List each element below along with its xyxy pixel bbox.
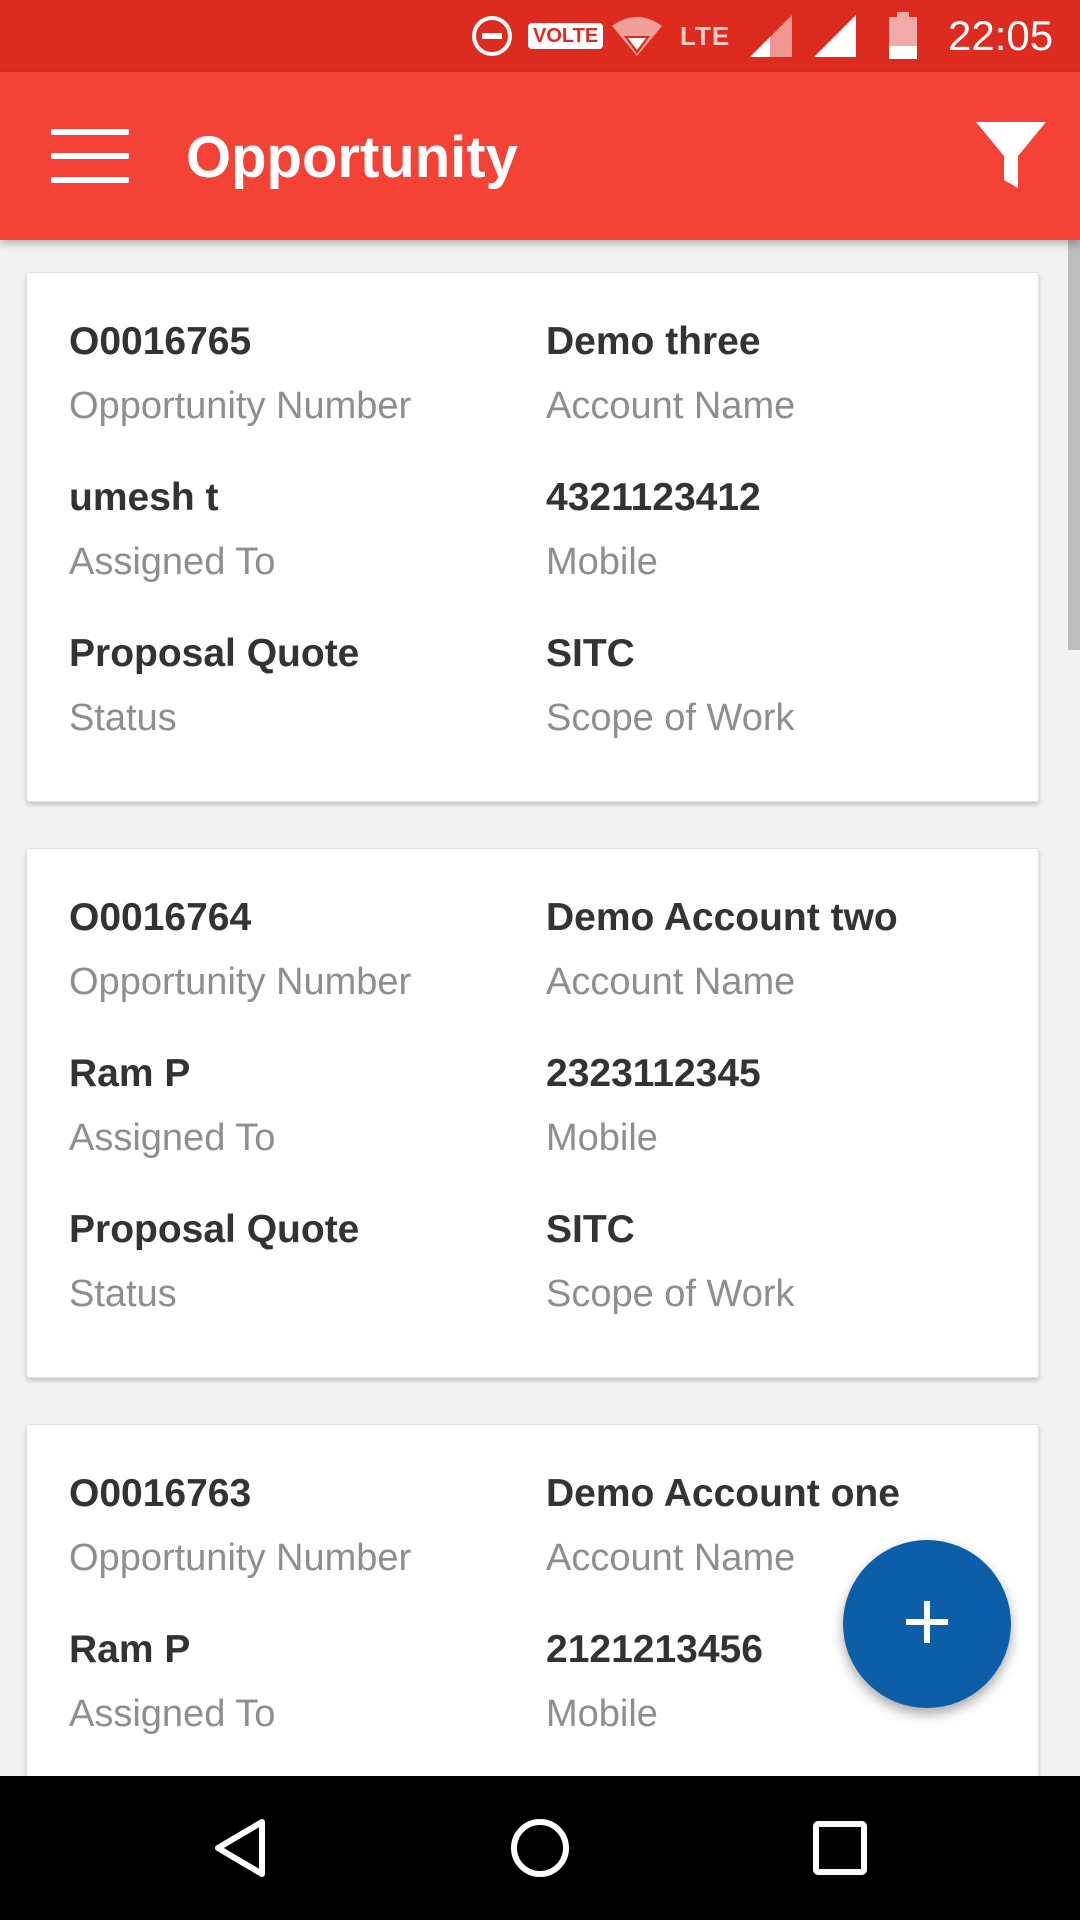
status-field: Proposal Quote Status — [69, 1205, 509, 1319]
system-nav-bar — [0, 1776, 1080, 1920]
assigned-to-label: Assigned To — [69, 1117, 276, 1159]
account-name-field: Demo Account two Account Name — [546, 893, 986, 1007]
do-not-disturb-icon — [470, 0, 514, 72]
signal-icon — [748, 0, 794, 72]
account-name-label: Account Name — [546, 385, 796, 427]
opportunity-number-field: O0016764 Opportunity Number — [69, 893, 509, 1007]
account-name-value: Demo Account two — [546, 896, 898, 939]
mobile-value: 4321123412 — [546, 476, 761, 519]
scope-of-work-label: Scope of Work — [546, 697, 795, 739]
account-name-value: Demo three — [546, 320, 761, 363]
network-type-label: LTE — [680, 20, 731, 51]
mobile-label: Mobile — [546, 541, 658, 583]
status-clock: 22:05 — [948, 12, 1054, 59]
opportunity-card[interactable]: O0016765 Opportunity Number Demo three A… — [26, 272, 1039, 802]
assigned-to-value: umesh t — [69, 476, 219, 519]
status-value: Proposal Quote — [69, 632, 360, 675]
assigned-to-value: Ram P — [69, 1052, 191, 1095]
scope-of-work-label: Scope of Work — [546, 1273, 795, 1315]
scope-of-work-field: SITC Scope of Work — [546, 1205, 986, 1319]
status-field: Proposal Quote Status — [69, 629, 509, 743]
home-circle-icon[interactable] — [490, 1798, 590, 1898]
page-title: Opportunity — [186, 125, 518, 190]
plus-icon — [904, 1599, 950, 1650]
assigned-to-value: Ram P — [69, 1628, 191, 1671]
scope-of-work-value: SITC — [546, 632, 635, 675]
add-opportunity-button[interactable] — [843, 1540, 1011, 1708]
opportunity-number-value: O0016764 — [69, 896, 252, 939]
volte-icon: VOLTE — [528, 0, 604, 72]
assigned-to-field: umesh t Assigned To — [69, 473, 509, 587]
assigned-to-field: Ram P Assigned To — [69, 1049, 509, 1163]
assigned-to-label: Assigned To — [69, 1693, 276, 1735]
opportunity-card[interactable]: O0016764 Opportunity Number Demo Account… — [26, 848, 1039, 1378]
account-name-field: Demo three Account Name — [546, 317, 986, 431]
assigned-to-field: Ram P Assigned To — [69, 1625, 509, 1739]
volte-label: VOLTE — [528, 23, 604, 49]
status-value: Proposal Quote — [69, 1208, 360, 1251]
status-bar: VOLTE LTE 22:05 — [0, 0, 1080, 72]
status-label: Status — [69, 697, 177, 739]
opportunity-number-value: O0016765 — [69, 320, 252, 363]
recent-apps-square-icon[interactable] — [790, 1798, 890, 1898]
signal-icon — [812, 0, 858, 72]
account-name-label: Account Name — [546, 961, 796, 1003]
mobile-field: 2323112345 Mobile — [546, 1049, 986, 1163]
scope-of-work-value: SITC — [546, 1208, 635, 1251]
wifi-icon — [610, 0, 664, 72]
hamburger-menu-icon[interactable] — [40, 116, 140, 196]
battery-low-icon — [888, 0, 918, 72]
opportunity-number-field: O0016765 Opportunity Number — [69, 317, 509, 431]
opportunity-number-field: O0016763 Opportunity Number — [69, 1469, 509, 1583]
opportunity-number-label: Opportunity Number — [69, 385, 412, 427]
opportunity-number-label: Opportunity Number — [69, 1537, 412, 1579]
mobile-value: 2323112345 — [546, 1052, 761, 1095]
scrollbar-thumb[interactable] — [1068, 240, 1080, 650]
mobile-field: 4321123412 Mobile — [546, 473, 986, 587]
account-name-value: Demo Account one — [546, 1472, 900, 1515]
assigned-to-label: Assigned To — [69, 541, 276, 583]
app-bar: Opportunity — [0, 72, 1080, 240]
filter-icon[interactable] — [966, 112, 1056, 202]
scope-of-work-field: SITC Scope of Work — [546, 629, 986, 743]
back-triangle-icon[interactable] — [190, 1798, 290, 1898]
opportunity-number-label: Opportunity Number — [69, 961, 412, 1003]
status-label: Status — [69, 1273, 177, 1315]
opportunity-number-value: O0016763 — [69, 1472, 252, 1515]
mobile-label: Mobile — [546, 1117, 658, 1159]
